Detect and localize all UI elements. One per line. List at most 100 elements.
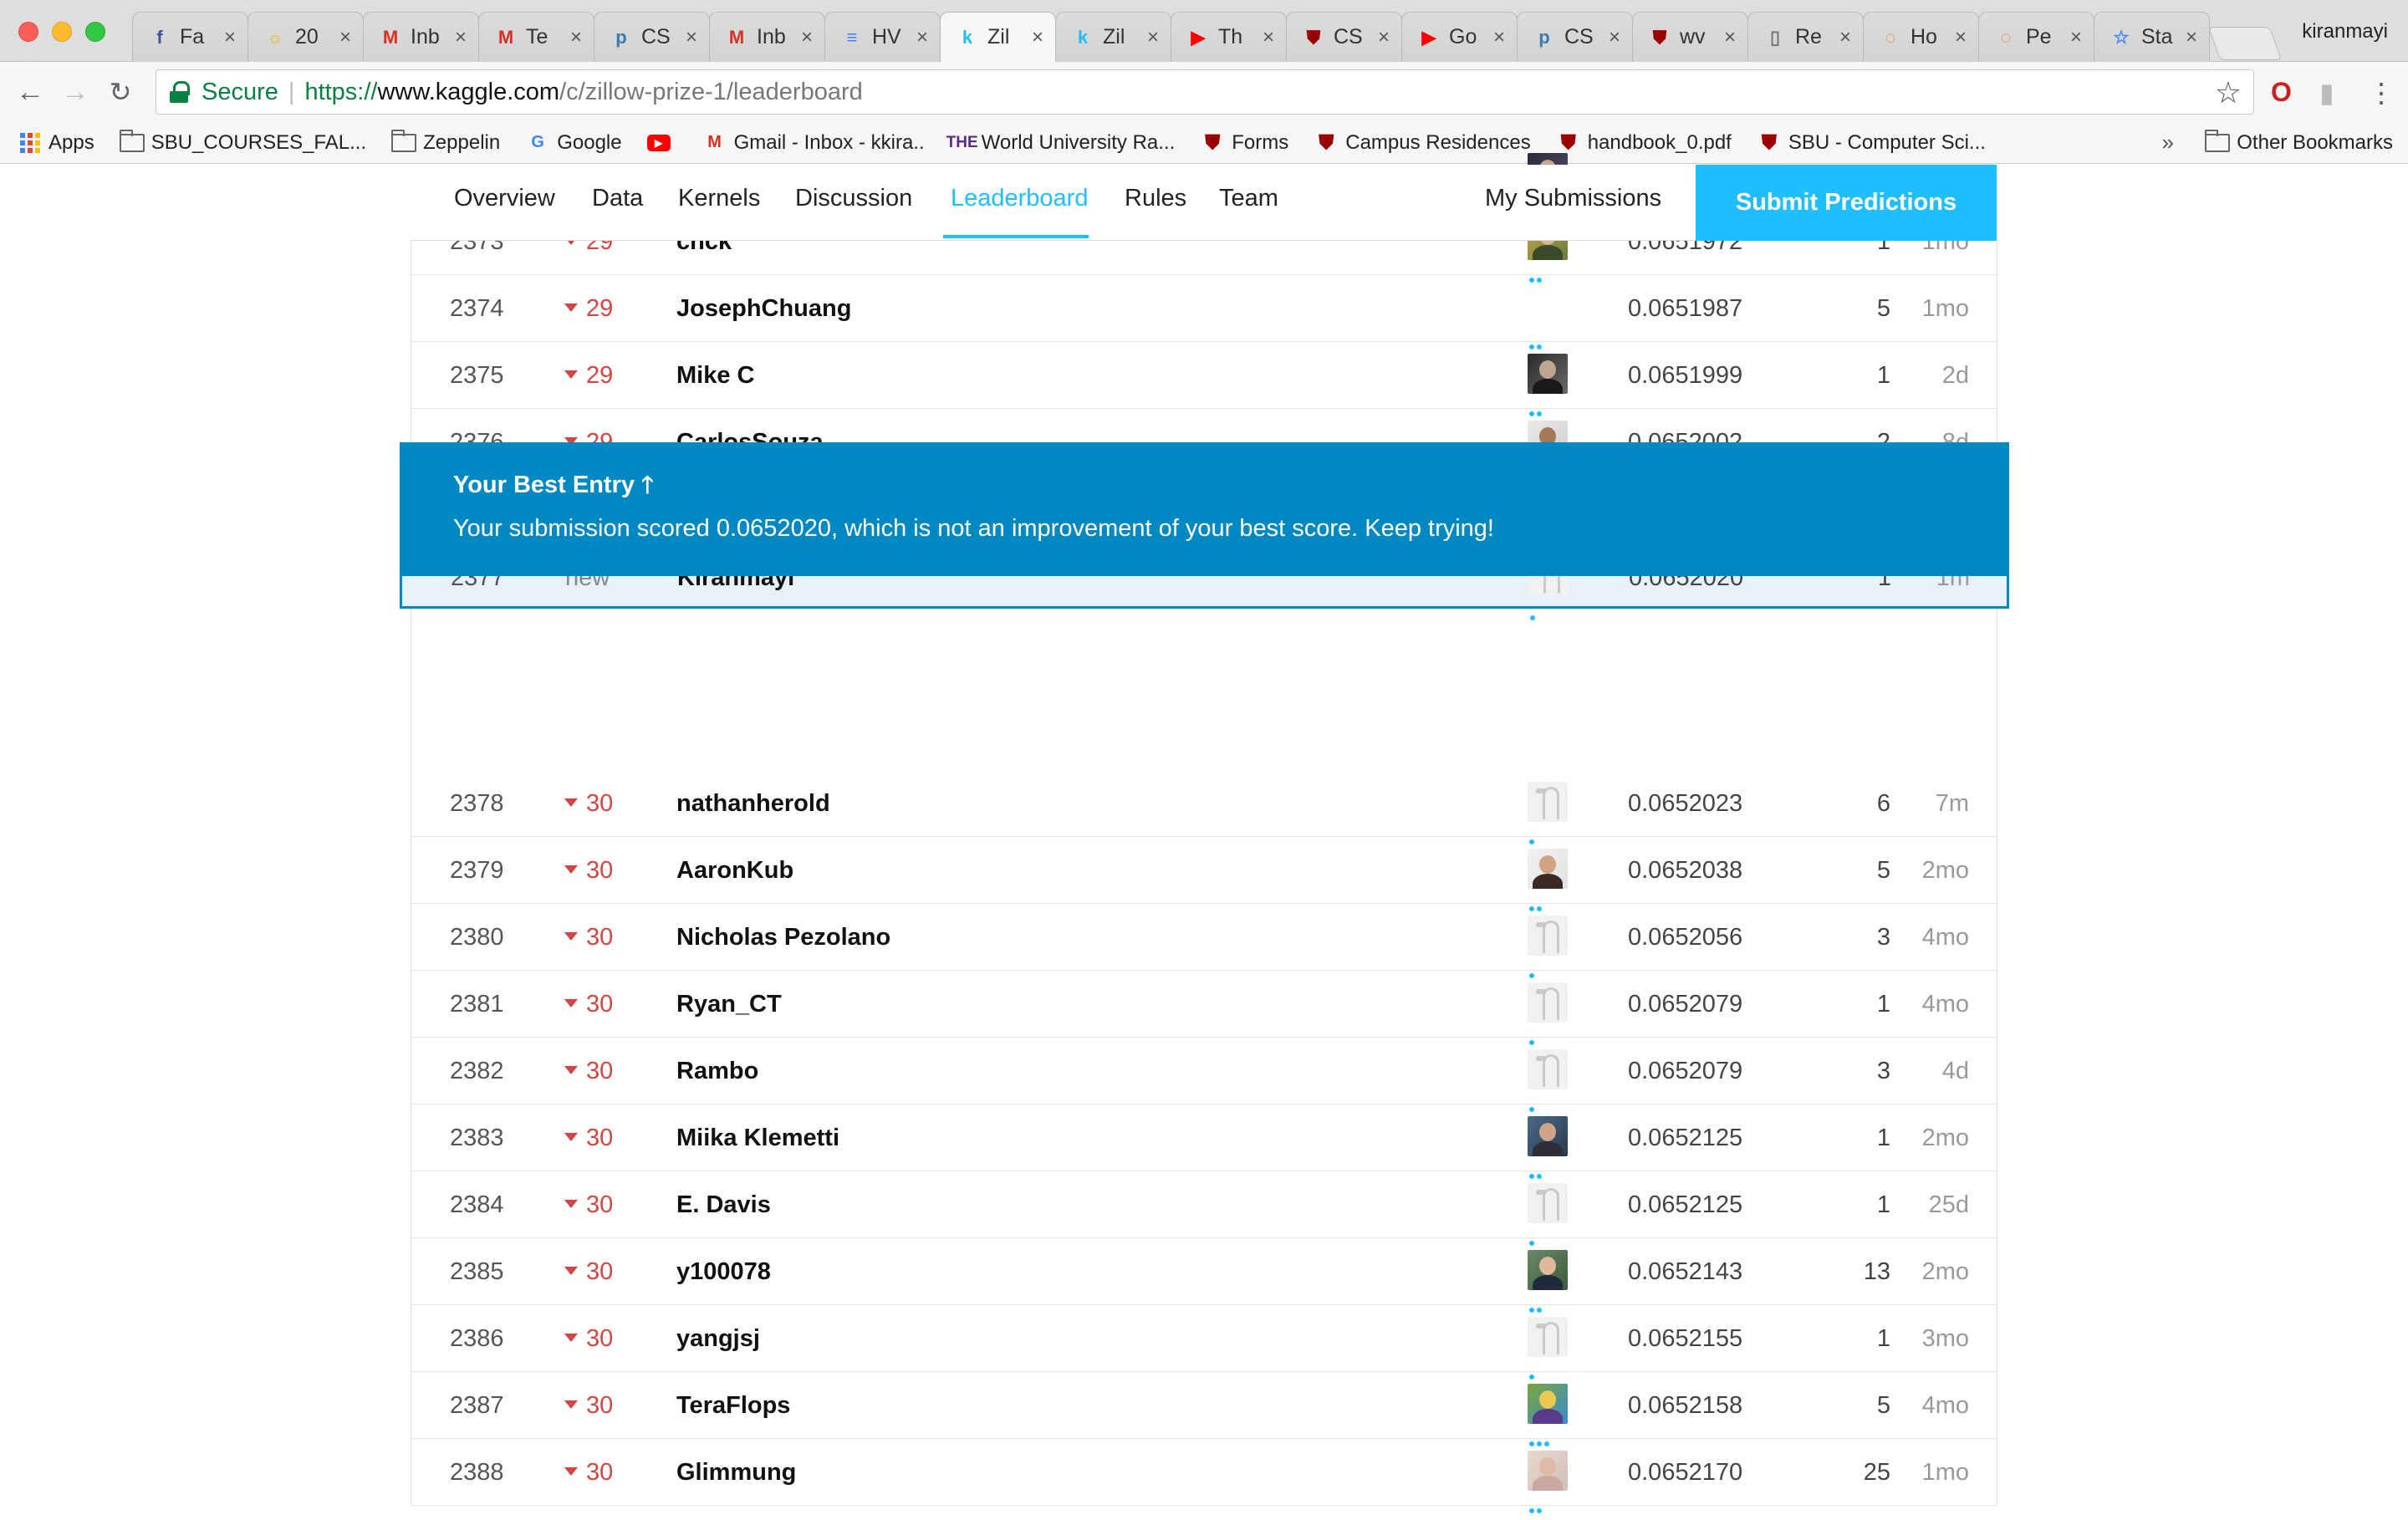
leaderboard-row[interactable]: 2374 29 JosephChuang 0.0651987 5 1mo [411, 275, 1997, 349]
leaderboard-row[interactable]: 2384 30 E. Davis 0.0652125 1 25d [411, 1171, 1997, 1246]
close-tab-icon[interactable]: × [570, 26, 582, 49]
avatar[interactable] [1528, 1250, 1568, 1290]
avatar[interactable] [1528, 1183, 1568, 1223]
menu-icon[interactable]: ⋮ [2368, 77, 2395, 109]
tab-team[interactable]: Team [1219, 185, 1278, 212]
close-tab-icon[interactable]: × [1032, 26, 1043, 49]
leaderboard-row[interactable]: 2375 29 Mike C 0.0651999 1 2d [411, 342, 1997, 416]
leaderboard-row[interactable]: 2388 30 Glimmung 0.0652170 25 1mo [411, 1439, 1997, 1513]
close-tab-icon[interactable]: × [1724, 26, 1736, 49]
forward-arrow-icon[interactable]: → [57, 74, 94, 110]
browser-tab[interactable]: ◌ Pe × [1978, 12, 2094, 62]
back-arrow-icon[interactable]: ← [12, 74, 48, 110]
close-tab-icon[interactable]: × [686, 26, 697, 49]
leaderboard-row[interactable]: 2379 30 AaronKub 0.0652038 5 2mo [411, 837, 1997, 911]
close-tab-icon[interactable]: × [1147, 26, 1159, 49]
bookmark-item[interactable]: Apps [20, 131, 94, 155]
avatar[interactable] [1528, 1049, 1568, 1089]
avatar[interactable] [1528, 982, 1568, 1023]
close-tab-icon[interactable]: × [1839, 26, 1851, 49]
team-name[interactable]: Rambo [676, 1038, 758, 1104]
team-name[interactable]: E. Davis [676, 1171, 771, 1238]
avatar[interactable] [1528, 916, 1568, 956]
address-bar[interactable]: Secure | https://www.kaggle.com/c/zillow… [156, 69, 2254, 115]
leaderboard-row[interactable]: 2383 30 Miika Klemetti 0.0652125 1 2mo [411, 1104, 1997, 1179]
window-maximize-button[interactable] [85, 22, 105, 42]
close-tab-icon[interactable]: × [801, 26, 813, 49]
close-tab-icon[interactable]: × [1263, 26, 1274, 49]
browser-tab[interactable]: ▶ Go × [1401, 12, 1518, 62]
avatar[interactable] [1528, 782, 1568, 822]
tab-data[interactable]: Data [592, 185, 643, 212]
browser-tab[interactable]: ▶ Th × [1171, 12, 1287, 62]
browser-tab[interactable]: p CS × [1517, 12, 1633, 62]
team-name[interactable]: Mike C [676, 342, 754, 409]
arrow-up-icon[interactable]: 🡑 [641, 467, 654, 508]
avatar[interactable] [1528, 1116, 1568, 1156]
browser-tab[interactable]: ▯ Re × [1747, 12, 1864, 62]
leaderboard-row[interactable]: 2381 30 Ryan_CT 0.0652079 1 4mo [411, 971, 1997, 1045]
browser-tab[interactable]: ≡ HV × [824, 12, 941, 62]
profile-name[interactable]: kiranmayi [2302, 20, 2388, 43]
leaderboard-row[interactable]: 2378 30 nathanherold 0.0652023 6 7m [411, 770, 1997, 844]
browser-tab[interactable]: M Te × [478, 12, 594, 62]
team-name[interactable]: yangjsj [676, 1305, 760, 1372]
browser-tab[interactable]: p CS × [594, 12, 710, 62]
bookmarks-overflow-icon[interactable]: » [2162, 130, 2174, 156]
opera-extension-icon[interactable]: O [2271, 77, 2292, 108]
avatar[interactable] [1528, 286, 1568, 327]
team-name[interactable]: y100078 [676, 1238, 771, 1305]
team-name[interactable]: Glimmung [676, 1439, 796, 1506]
close-tab-icon[interactable]: × [339, 26, 351, 49]
my-submissions-link[interactable]: My Submissions [1485, 185, 1661, 212]
team-name[interactable]: JosephChuang [676, 275, 851, 342]
tab-overview[interactable]: Overview [454, 185, 555, 212]
team-name[interactable]: TeraFlops [676, 1372, 790, 1439]
leaderboard-row[interactable]: 2385 30 y100078 0.0652143 13 2mo [411, 1238, 1997, 1313]
browser-tab[interactable]: ⛊ CS × [1286, 12, 1402, 62]
team-name[interactable]: Miika Klemetti [676, 1104, 839, 1171]
browser-tab[interactable]: M Inb × [363, 12, 479, 62]
close-tab-icon[interactable]: × [2070, 26, 2082, 49]
browser-tab[interactable]: ☼ 20 × [247, 12, 364, 62]
browser-tab[interactable]: ⛊ wv × [1632, 12, 1748, 62]
close-tab-icon[interactable]: × [1493, 26, 1505, 49]
tab-rules[interactable]: Rules [1125, 185, 1186, 212]
browser-tab[interactable]: k Zil × [940, 12, 1056, 62]
extension-icon[interactable]: ▮ [2319, 77, 2334, 109]
window-close-button[interactable] [18, 22, 38, 42]
avatar[interactable] [1528, 1451, 1568, 1491]
close-tab-icon[interactable]: × [1609, 26, 1620, 49]
tab-leaderboard[interactable]: Leaderboard [951, 185, 1088, 212]
avatar[interactable] [1528, 1384, 1568, 1424]
leaderboard-row[interactable]: 2387 30 TeraFlops 0.0652158 5 4mo [411, 1372, 1997, 1446]
browser-tab[interactable]: ◌ Ho × [1863, 12, 1979, 62]
other-bookmarks[interactable]: Other Bookmarks [2205, 129, 2393, 155]
leaderboard-row[interactable]: 2382 30 Rambo 0.0652079 3 4d [411, 1038, 1997, 1112]
bookmark-star-icon[interactable]: ☆ [2215, 75, 2242, 110]
team-name[interactable]: nathanherold [676, 770, 830, 837]
avatar[interactable] [1528, 353, 1568, 394]
team-name[interactable]: AaronKub [676, 837, 793, 904]
bookmark-item[interactable]: SBU_COURSES_FAL... [119, 129, 366, 155]
browser-tab[interactable]: k Zil × [1055, 12, 1171, 62]
close-tab-icon[interactable]: × [1955, 26, 1967, 49]
close-tab-icon[interactable]: × [224, 26, 236, 49]
close-tab-icon[interactable]: × [455, 26, 467, 49]
leaderboard-row[interactable]: 2386 30 yangjsj 0.0652155 1 3mo [411, 1305, 1997, 1380]
browser-tab[interactable]: ☆ Sta × [2094, 12, 2210, 62]
browser-tab[interactable]: M Inb × [709, 12, 825, 62]
window-minimize-button[interactable] [52, 22, 72, 42]
tab-discussion[interactable]: Discussion [795, 185, 912, 212]
team-name[interactable]: Ryan_CT [676, 971, 782, 1038]
browser-tab[interactable]: f Fa × [132, 12, 248, 62]
avatar[interactable] [1528, 1317, 1568, 1357]
leaderboard-row[interactable]: 2380 30 Nicholas Pezolano 0.0652056 3 4mo [411, 904, 1997, 978]
close-tab-icon[interactable]: × [916, 26, 928, 49]
team-name[interactable]: Nicholas Pezolano [676, 904, 890, 971]
close-tab-icon[interactable]: × [1378, 26, 1390, 49]
reload-icon[interactable]: ↻ [102, 74, 139, 110]
avatar[interactable] [1528, 849, 1568, 889]
new-tab-button[interactable] [2207, 27, 2283, 60]
tab-kernels[interactable]: Kernels [678, 185, 760, 212]
